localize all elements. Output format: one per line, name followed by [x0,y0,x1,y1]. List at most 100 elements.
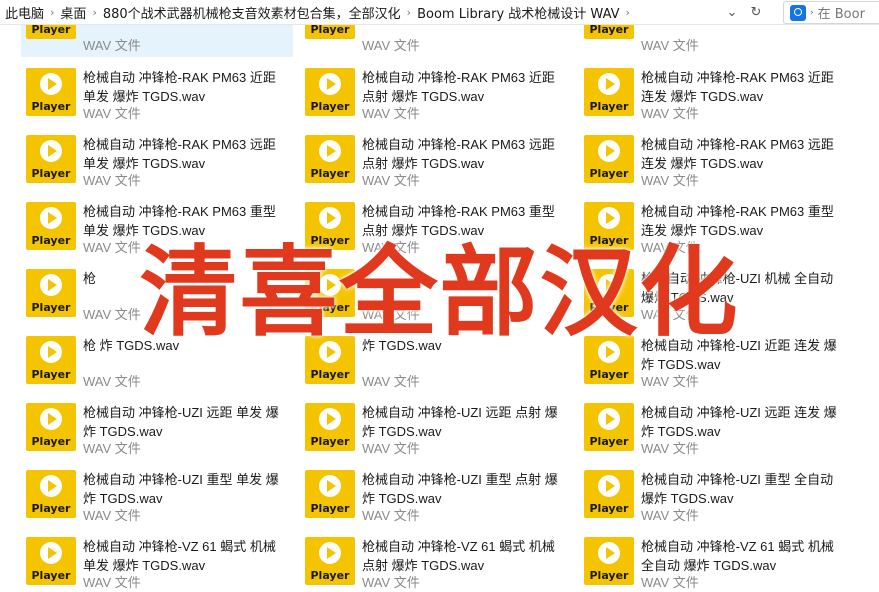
file-item[interactable]: Player 枪械自动 冲锋枪-RAK PM63 远距 单发 爆炸 TGDS.wa… [21,129,293,189]
chevron-right-icon[interactable]: › [623,6,633,19]
search-box[interactable]: › 在 Boor [783,1,879,24]
play-icon [319,207,341,229]
file-type: WAV 文件 [83,240,141,255]
audio-file-thumbnail: Player [305,537,355,585]
play-icon [40,408,62,430]
file-item[interactable]: Player 枪械自动 冲锋枪-RAK PM63 重型 单发 爆炸 TGDS.wa… [21,196,293,256]
play-icon [40,274,62,296]
audio-file-thumbnail: Player [584,403,634,451]
player-label: Player [589,368,629,381]
play-icon [319,408,341,430]
file-name: 枪械自动 冲锋枪-RAK PM63 重型 连发 爆炸 TGDS.wav [641,204,834,238]
file-type: WAV 文件 [83,106,141,121]
play-icon [40,341,62,363]
file-name: 枪械自动 冲锋枪-UZI 重型 全自动 爆炸 TGDS.wav [641,472,834,506]
file-item[interactable]: Player 枪械自动 冲锋枪-VZ 61 蝎式 机械 全自动 爆炸 TGDS.w… [579,531,851,591]
audio-file-thumbnail: Player [26,470,76,518]
file-item[interactable]: Player 枪械自动 冲锋枪-UZI 重型 单发 爆炸 TGDS.wav WAV … [21,464,293,524]
file-item[interactable]: Player 枪 炸 TGDS.wav WAV 文件 [21,330,293,390]
play-icon [40,73,62,95]
chevron-right-icon: › [810,7,814,18]
breadcrumb-this-pc[interactable]: 此电脑 [2,3,47,22]
audio-file-thumbnail: Player [584,68,634,116]
play-icon [40,207,62,229]
file-type: WAV 文件 [83,173,141,188]
file-type: WAV 文件 [83,441,141,456]
audio-file-thumbnail: Player [26,336,76,384]
player-label: Player [31,167,71,180]
search-input[interactable]: 在 Boor [818,3,865,22]
audio-file-thumbnail: Player [26,135,76,183]
file-item[interactable]: Player 枪械自动 冲锋枪-RAK PM63 重型 点射 爆炸 TGDS.wa… [300,196,572,256]
file-name: 枪械自动 冲锋枪-UZI 重型 单发 爆炸 TGDS.wav [83,472,279,506]
file-item[interactable]: Player 枪械自动 冲锋枪-UZI 远距 连发 爆炸 TGDS.wav WAV … [579,397,851,457]
audio-file-thumbnail: Player [305,403,355,451]
play-icon [598,207,620,229]
audio-file-thumbnail: Player [26,25,76,39]
file-name: 枪械自动 冲锋枪-RAK PM63 重型 单发 爆炸 TGDS.wav [83,204,276,238]
audio-file-thumbnail: Player [305,336,355,384]
file-item[interactable]: Player 枪械自动 冲锋枪-UZI 重型 点射 爆炸 TGDS.wav WAV … [300,464,572,524]
chevron-right-icon[interactable]: › [89,6,99,19]
play-icon [598,408,620,430]
file-item[interactable]: Player 枪械自动 冲锋枪-UZI 远距 点射 爆炸 TGDS.wav WAV … [300,397,572,457]
chevron-right-icon[interactable]: › [404,6,414,19]
file-type: WAV 文件 [362,374,420,389]
file-name: 枪械自动 冲锋枪-UZI 远距 连发 爆炸 TGDS.wav [641,405,837,439]
player-label: Player [310,234,350,247]
file-item[interactable]: Player WAV 文件 [579,25,851,57]
file-type: WAV 文件 [83,508,141,523]
file-item[interactable]: Player WAV 文件 [300,263,572,323]
file-item[interactable]: Player 枪械自动 冲锋枪-RAK PM63 重型 连发 爆炸 TGDS.wa… [579,196,851,256]
breadcrumb-current-folder[interactable]: Boom Library 战术枪械设计 WAV [414,3,622,22]
player-label: Player [589,569,629,582]
file-item[interactable]: Player WAV 文件 [300,25,572,57]
file-name: 枪械自动 冲锋枪-RAK PM63 远距 单发 爆炸 TGDS.wav [83,137,276,171]
play-icon [319,341,341,363]
file-type: WAV 文件 [83,374,141,389]
file-item[interactable]: Player 枪械自动 冲锋枪-UZI 近距 连发 爆炸 TGDS.wav WAV … [579,330,851,390]
audio-file-thumbnail: Player [584,25,634,39]
player-label: Player [589,435,629,448]
play-icon [319,274,341,296]
file-item[interactable]: Player 枪械自动 冲锋枪-UZI 远距 单发 爆炸 TGDS.wav WAV … [21,397,293,457]
player-label: Player [310,167,350,180]
audio-file-thumbnail: Player [26,403,76,451]
player-label: Player [31,502,71,515]
file-name: 枪械自动 冲锋枪-UZI 重型 点射 爆炸 TGDS.wav [362,472,558,506]
audio-file-thumbnail: Player [584,135,634,183]
file-item[interactable]: Player 枪械自动 冲锋枪-UZI 机械 全自动 爆炸 TGDS.wav WAV… [579,263,851,323]
breadcrumb-desktop[interactable]: 桌面 [57,3,89,22]
file-item[interactable]: Player 枪械自动 冲锋枪-RAK PM63 近距 点射 爆炸 TGDS.wa… [300,62,572,122]
file-item[interactable]: Player 枪械自动 冲锋枪-UZI 重型 全自动 爆炸 TGDS.wav WAV… [579,464,851,524]
chevron-right-icon[interactable]: › [47,6,57,19]
audio-file-thumbnail: Player [305,202,355,250]
file-item[interactable]: Player 枪械自动 冲锋枪-RAK PM63 近距 单发 爆炸 TGDS.wa… [21,62,293,122]
file-item[interactable]: Player WAV 文件 [21,25,293,57]
file-type: WAV 文件 [362,106,420,121]
file-type: WAV 文件 [641,441,699,456]
file-item[interactable]: Player 炸 TGDS.wav WAV 文件 [300,330,572,390]
file-type: WAV 文件 [362,173,420,188]
file-item[interactable]: Player 枪 WAV 文件 [21,263,293,323]
file-type: WAV 文件 [641,173,699,188]
audio-file-thumbnail: Player [26,269,76,317]
refresh-icon[interactable]: ↻ [745,2,767,22]
file-type: WAV 文件 [362,508,420,523]
file-type: WAV 文件 [641,307,699,322]
play-icon [40,542,62,564]
file-item[interactable]: Player 枪械自动 冲锋枪-RAK PM63 近距 连发 爆炸 TGDS.wa… [579,62,851,122]
file-name: 枪械自动 冲锋枪-VZ 61 蝎式 机械 全自动 爆炸 TGDS.wav [641,539,834,573]
chevron-down-icon[interactable]: ⌄ [721,2,743,22]
file-item[interactable]: Player 枪械自动 冲锋枪-VZ 61 蝎式 机械 单发 爆炸 TGDS.wa… [21,531,293,591]
file-item[interactable]: Player 枪械自动 冲锋枪-VZ 61 蝎式 机械 点射 爆炸 TGDS.wa… [300,531,572,591]
play-icon [598,542,620,564]
file-item[interactable]: Player 枪械自动 冲锋枪-RAK PM63 远距 连发 爆炸 TGDS.wa… [579,129,851,189]
file-item[interactable]: Player 枪械自动 冲锋枪-RAK PM63 远距 点射 爆炸 TGDS.wa… [300,129,572,189]
player-label: Player [589,100,629,113]
player-label: Player [31,100,71,113]
audio-file-thumbnail: Player [584,537,634,585]
player-label: Player [310,435,350,448]
play-icon [319,475,341,497]
breadcrumb-collection-folder[interactable]: 880个战术武器机械枪支音效素材包合集，全部汉化 [100,3,404,22]
